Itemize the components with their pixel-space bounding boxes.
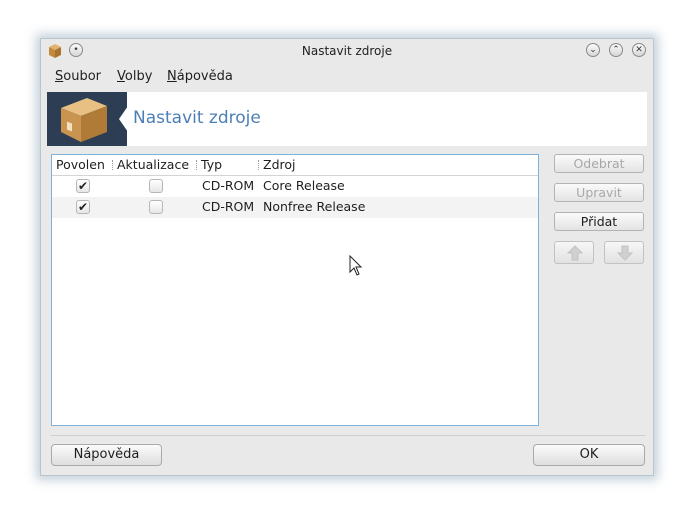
header-banner: Nastavit zdroje — [47, 92, 647, 146]
move-down-button[interactable] — [604, 241, 644, 264]
title-bar[interactable]: • Nastavit zdroje ⌄ ⌃ ✕ — [41, 39, 653, 63]
help-button[interactable]: Nápověda — [51, 444, 162, 466]
column-header-update[interactable]: Aktualizace — [117, 157, 189, 172]
arrow-up-icon — [567, 245, 583, 261]
source-cell: Core Release — [263, 178, 345, 193]
check-icon: ✔ — [77, 179, 89, 193]
move-up-button[interactable] — [554, 241, 594, 264]
source-cell: Nonfree Release — [263, 199, 366, 214]
banner-title: Nastavit zdroje — [133, 108, 261, 128]
column-separator[interactable] — [112, 160, 114, 170]
list-header: Povolen Aktualizace Typ Zdroj — [52, 155, 538, 176]
update-checkbox[interactable] — [149, 179, 163, 193]
type-cell: CD-ROM — [202, 178, 255, 193]
media-list[interactable]: Povolen Aktualizace Typ Zdroj ✔ CD-ROM C… — [51, 154, 539, 426]
update-checkbox[interactable] — [149, 200, 163, 214]
check-icon: ✔ — [77, 200, 89, 214]
mouse-cursor-icon — [349, 255, 363, 276]
remove-button[interactable]: Odebrat — [554, 154, 644, 173]
enabled-checkbox[interactable]: ✔ — [76, 179, 90, 193]
footer-divider — [51, 435, 645, 436]
banner-icon-area — [47, 92, 127, 146]
menu-help[interactable]: Nápověda — [167, 69, 233, 84]
enabled-checkbox[interactable]: ✔ — [76, 200, 90, 214]
minimize-button[interactable]: ⌄ — [586, 43, 600, 57]
ok-button[interactable]: OK — [533, 444, 645, 466]
column-separator[interactable] — [196, 160, 198, 170]
table-row[interactable]: ✔ CD-ROM Core Release — [52, 176, 538, 197]
menu-options[interactable]: Volby — [117, 69, 152, 84]
menu-file[interactable]: Soubor — [55, 69, 101, 84]
column-header-enabled[interactable]: Povolen — [56, 157, 105, 172]
arrow-down-icon — [617, 245, 633, 261]
media-config-window: • Nastavit zdroje ⌄ ⌃ ✕ Soubor Volby Náp… — [40, 38, 654, 476]
column-header-source[interactable]: Zdroj — [263, 157, 295, 172]
close-button[interactable]: ✕ — [632, 43, 646, 57]
package-box-icon — [61, 98, 107, 142]
maximize-button[interactable]: ⌃ — [609, 43, 623, 57]
table-row[interactable]: ✔ CD-ROM Nonfree Release — [52, 197, 538, 218]
close-icon: ✕ — [635, 45, 643, 55]
chevron-up-icon: ⌃ — [612, 45, 620, 55]
column-header-type[interactable]: Typ — [201, 157, 222, 172]
column-separator[interactable] — [258, 160, 260, 170]
banner-notch — [119, 106, 128, 132]
chevron-down-icon: ⌄ — [589, 45, 597, 55]
add-button[interactable]: Přidat — [554, 212, 644, 231]
window-title: Nastavit zdroje — [301, 44, 393, 58]
type-cell: CD-ROM — [202, 199, 255, 214]
edit-button[interactable]: Upravit — [554, 183, 644, 202]
